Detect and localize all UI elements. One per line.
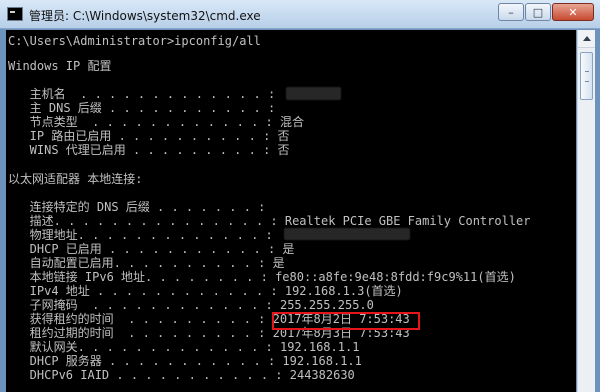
console-line: 子网掩码 . . . . . . . . . . . . : 255.255.2… [8, 298, 374, 312]
console-line: 物理地址. . . . . . . . . . . . . : [8, 228, 273, 242]
console-line: C:\Users\Administrator>ipconfig/all [8, 34, 261, 48]
title-bar[interactable]: 管理员: C:\Windows\system32\cmd.exe – □ ✕ [0, 0, 600, 29]
console-line: 默认网关. . . . . . . . . . . . . : 192.168.… [8, 340, 360, 354]
scrollbar-thumb[interactable] [580, 52, 593, 100]
cmd-window: 管理员: C:\Windows\system32\cmd.exe – □ ✕ C… [0, 0, 600, 392]
minimize-button[interactable]: – [498, 3, 524, 21]
console-output[interactable]: C:\Users\Administrator>ipconfig/all Wind… [6, 30, 576, 392]
redacted-mac-address [284, 228, 410, 240]
close-button[interactable]: ✕ [552, 3, 594, 21]
window-controls: – □ ✕ [497, 3, 594, 21]
console-line: IP 路由已启用 . . . . . . . . . . : 否 [8, 129, 290, 143]
ipv4-highlight-box [272, 312, 420, 330]
console-line: Windows IP 配置 [8, 59, 112, 73]
vertical-scrollbar[interactable] [577, 30, 595, 392]
console-line: DHCPv6 IAID . . . . . . . . . . . : 2443… [8, 368, 355, 382]
console-line: IPv4 地址 . . . . . . . . . . . . : 192.16… [8, 284, 403, 298]
console-line: WINS 代理已启用 . . . . . . . . . : 否 [8, 143, 290, 157]
scroll-up-arrow-icon[interactable] [578, 30, 595, 48]
console-line: DHCP 服务器 . . . . . . . . . . . : 192.168… [8, 354, 362, 368]
console-line: 主 DNS 后缀 . . . . . . . . . . . : [8, 101, 276, 115]
window-title: 管理员: C:\Windows\system32\cmd.exe [29, 9, 261, 23]
console-line: 连接特定的 DNS 后缀 . . . . . . . : [8, 200, 266, 214]
cmd-icon [7, 7, 23, 21]
redacted-hostname [286, 87, 341, 100]
console-line: 自动配置已启用. . . . . . . . . . : 是 [8, 256, 285, 270]
console-line: 节点类型 . . . . . . . . . . . . : 混合 [8, 115, 304, 129]
console-line: 描述. . . . . . . . . . . . . . . : Realte… [8, 214, 531, 228]
console-line: DHCP 已启用 . . . . . . . . . . . : 是 [8, 242, 295, 256]
console-line: 以太网适配器 本地连接: [8, 172, 143, 186]
maximize-button[interactable]: □ [525, 3, 551, 21]
console-line: 主机名 . . . . . . . . . . . . . : [8, 87, 276, 101]
console-line: 本地链接 IPv6 地址. . . . . . . . : fe80::a8fe… [8, 270, 516, 284]
